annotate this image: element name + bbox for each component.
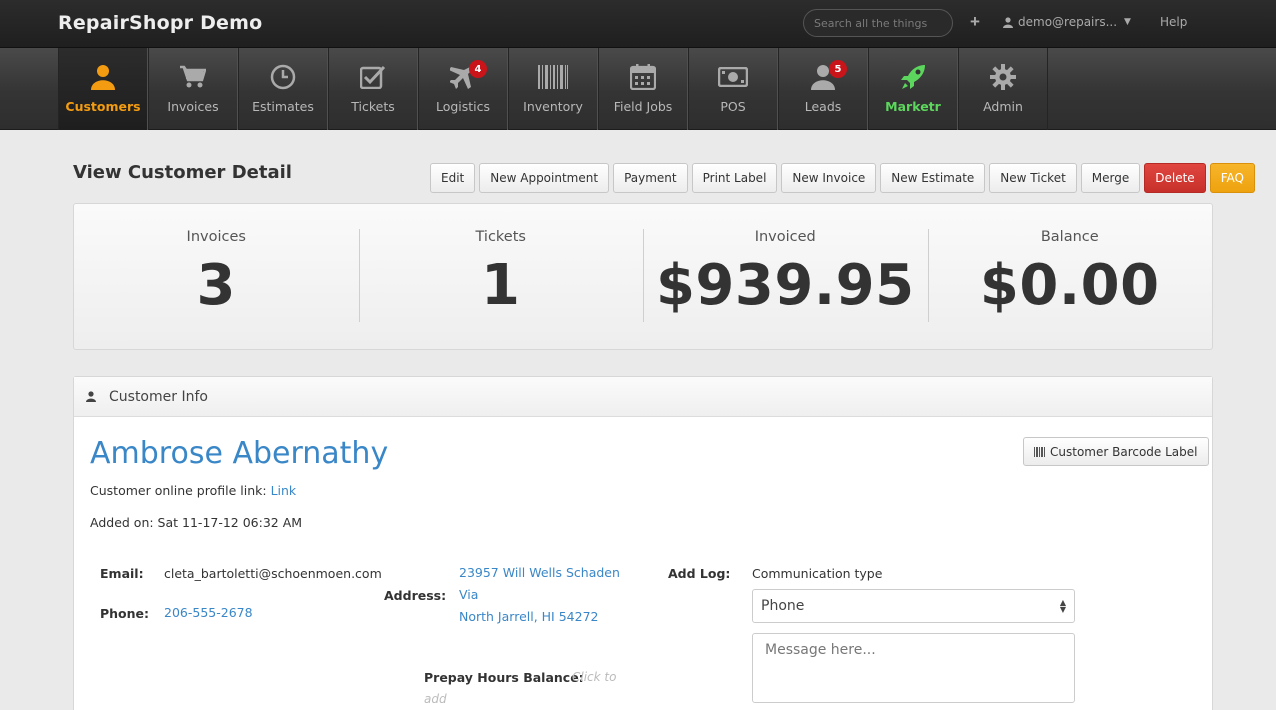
profile-link[interactable]: Link bbox=[271, 483, 297, 498]
user-icon bbox=[91, 64, 115, 90]
stat-value: 3 bbox=[196, 253, 236, 318]
customer-barcode-label-button[interactable]: Customer Barcode Label bbox=[1023, 437, 1209, 466]
stat-invoiced: Invoiced $939.95 bbox=[643, 204, 928, 349]
customer-stats: Invoices 3 Tickets 1 Invoiced $939.95 Ba… bbox=[73, 203, 1213, 350]
stat-value: $939.95 bbox=[655, 253, 915, 318]
barcode-icon bbox=[1034, 446, 1045, 457]
stat-balance: Balance $0.00 bbox=[927, 204, 1213, 349]
faq-button[interactable]: FAQ bbox=[1209, 163, 1255, 193]
plus-icon[interactable]: + bbox=[970, 12, 980, 32]
brand-title[interactable]: RepairShopr Demo bbox=[58, 12, 262, 34]
nav-label: Tickets bbox=[351, 99, 395, 114]
nav-field-jobs[interactable]: Field Jobs bbox=[598, 48, 688, 130]
nav-pos[interactable]: POS bbox=[688, 48, 778, 130]
panel-title: Customer Info bbox=[109, 388, 208, 405]
address-line-1[interactable]: 23957 Will Wells Schaden bbox=[459, 562, 620, 584]
nav-invoices[interactable]: Invoices bbox=[148, 48, 238, 130]
button-label: Customer Barcode Label bbox=[1050, 444, 1198, 459]
chevron-down-icon: ▼ bbox=[1124, 17, 1131, 27]
new-appointment-button[interactable]: New Appointment bbox=[479, 163, 610, 193]
search-input[interactable] bbox=[803, 9, 953, 37]
phone-link[interactable]: 206-555-2678 bbox=[164, 602, 253, 624]
select-value: Phone bbox=[761, 598, 805, 614]
nav-label: Marketr bbox=[885, 99, 941, 114]
nav-label: Logistics bbox=[435, 99, 491, 114]
address-line-2[interactable]: Via bbox=[459, 584, 478, 606]
merge-button[interactable]: Merge bbox=[1080, 163, 1141, 193]
user-icon bbox=[86, 391, 96, 402]
stat-label: Tickets bbox=[475, 229, 526, 245]
customer-info-panel: Customer Info Ambrose Abernathy Customer… bbox=[73, 376, 1213, 710]
nav-label: Admin bbox=[983, 99, 1023, 114]
cart-icon bbox=[180, 64, 206, 90]
phone-label: Phone: bbox=[100, 606, 150, 621]
help-link[interactable]: Help bbox=[1160, 15, 1187, 29]
stat-value: 1 bbox=[481, 253, 521, 318]
stat-value: $0.00 bbox=[979, 253, 1160, 318]
main-nav: Customers Invoices Estimates Tickets Log… bbox=[0, 48, 1276, 130]
stat-invoices: Invoices 3 bbox=[74, 204, 359, 349]
added-on: Added on: Sat 11-17-12 06:32 AM bbox=[90, 515, 303, 530]
stat-label: Invoices bbox=[186, 229, 246, 245]
user-icon bbox=[1003, 16, 1013, 28]
nav-marketr[interactable]: Marketr bbox=[868, 48, 958, 130]
nav-label: Leads bbox=[804, 99, 842, 114]
nav-admin[interactable]: Admin bbox=[958, 48, 1048, 130]
top-bar: RepairShopr Demo + demo@repairs... ▼ Hel… bbox=[0, 0, 1276, 48]
message-textarea[interactable] bbox=[752, 633, 1075, 703]
rocket-icon bbox=[900, 64, 926, 90]
stat-tickets: Tickets 1 bbox=[358, 204, 644, 349]
barcode-icon bbox=[538, 64, 568, 90]
email-value[interactable]: cleta_bartoletti@schoenmoen.com bbox=[164, 566, 382, 581]
notification-badge: 4 bbox=[469, 60, 487, 78]
nav-customers[interactable]: Customers bbox=[58, 48, 148, 130]
action-toolbar: Edit New Appointment Payment Print Label… bbox=[430, 163, 1255, 193]
user-menu[interactable]: demo@repairs... ▼ bbox=[1003, 15, 1131, 29]
page-title: View Customer Detail bbox=[73, 162, 292, 183]
communication-type-label: Communication type bbox=[752, 566, 883, 581]
prepay-hours-label: Prepay Hours Balance: bbox=[424, 670, 584, 685]
stat-label: Balance bbox=[1040, 229, 1099, 245]
payment-button[interactable]: Payment bbox=[613, 163, 688, 193]
nav-label: Customers bbox=[65, 99, 141, 114]
nav-tickets[interactable]: Tickets bbox=[328, 48, 418, 130]
nav-inventory[interactable]: Inventory bbox=[508, 48, 598, 130]
edit-button[interactable]: Edit bbox=[430, 163, 476, 193]
prepay-add[interactable]: add bbox=[424, 692, 447, 706]
calendar-icon bbox=[630, 64, 656, 90]
new-ticket-button[interactable]: New Ticket bbox=[989, 163, 1077, 193]
stat-label: Invoiced bbox=[754, 229, 816, 245]
prepay-click-to-add[interactable]: Click to bbox=[572, 670, 616, 684]
nav-logistics[interactable]: Logistics 4 bbox=[418, 48, 508, 130]
delete-button[interactable]: Delete bbox=[1144, 163, 1206, 193]
communication-type-select[interactable]: Phone ▲ ▼ bbox=[752, 589, 1075, 623]
nav-label: Estimates bbox=[252, 99, 314, 114]
user-email: demo@repairs... bbox=[1018, 15, 1118, 29]
gear-icon bbox=[990, 64, 1016, 90]
money-icon bbox=[718, 64, 748, 90]
address-label: Address: bbox=[384, 588, 447, 603]
nav-label: Inventory bbox=[523, 99, 583, 114]
profile-link-line: Customer online profile link: Link bbox=[90, 483, 296, 498]
address-line-3[interactable]: North Jarrell, HI 54272 bbox=[459, 606, 598, 628]
add-log-label: Add Log: bbox=[668, 566, 731, 581]
clock-icon bbox=[270, 64, 296, 90]
nav-label: Invoices bbox=[167, 99, 219, 114]
panel-header: Customer Info bbox=[74, 377, 1212, 417]
nav-label: POS bbox=[720, 99, 746, 114]
nav-leads[interactable]: Leads 5 bbox=[778, 48, 868, 130]
new-estimate-button[interactable]: New Estimate bbox=[880, 163, 986, 193]
select-arrows-icon: ▲ ▼ bbox=[1059, 598, 1066, 614]
checkbox-icon bbox=[360, 64, 386, 90]
nav-label: Field Jobs bbox=[613, 99, 673, 114]
notification-badge: 5 bbox=[829, 60, 847, 78]
profile-link-label: Customer online profile link: bbox=[90, 483, 267, 498]
print-label-button[interactable]: Print Label bbox=[691, 163, 778, 193]
new-invoice-button[interactable]: New Invoice bbox=[781, 163, 877, 193]
email-label: Email: bbox=[100, 566, 144, 581]
customer-name: Ambrose Abernathy bbox=[90, 436, 389, 471]
nav-estimates[interactable]: Estimates bbox=[238, 48, 328, 130]
